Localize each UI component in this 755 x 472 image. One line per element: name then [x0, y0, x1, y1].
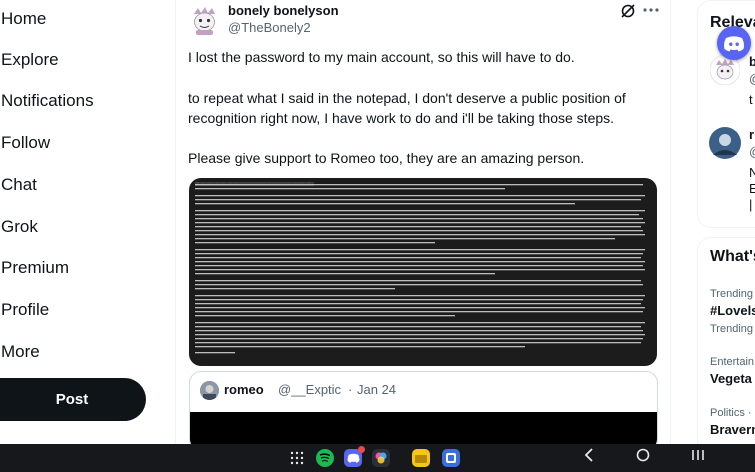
notification-badge-icon	[358, 446, 365, 453]
tweet-text-paragraph: Please give support to Romeo too, they a…	[188, 150, 585, 166]
nav-follow[interactable]: Follow	[1, 133, 50, 153]
trend-category: Entertain	[710, 356, 755, 368]
quote-separator: ·	[348, 382, 353, 397]
trend-name[interactable]: Braverm	[710, 422, 755, 437]
trend-category: Trending	[710, 288, 754, 300]
nav-home[interactable]: Home	[1, 9, 46, 29]
relevant-person-handle[interactable]: @	[749, 144, 755, 159]
right-sidebar: Relevant people b @ t r @ N E | What's h…	[697, 0, 755, 444]
nav-profile[interactable]: Profile	[1, 300, 49, 320]
relevant-person-handle[interactable]: @	[749, 71, 755, 86]
trend-category: Politics ·	[710, 407, 752, 419]
quoted-tweet-card[interactable]: romeo @__Exptic · Jan 24	[189, 371, 658, 444]
quote-handle[interactable]: @__Exptic	[278, 382, 341, 397]
discord-app-icon[interactable]	[344, 446, 365, 467]
left-nav: Home Explore Notifications Follow Chat G…	[0, 0, 175, 444]
whats-happening-heading: What's happening	[710, 248, 755, 265]
relevant-person-bio-line: E	[749, 181, 755, 196]
main-column: bonely bonelyson @TheBonely2 I lost the …	[175, 0, 671, 444]
avatar-image	[188, 4, 221, 37]
android-navigation-bar	[0, 444, 755, 472]
files-app-icon[interactable]	[412, 449, 430, 467]
display-name[interactable]: bonely bonelyson	[228, 3, 339, 18]
grok-icon[interactable]	[620, 3, 636, 19]
relevant-person-bio: t	[749, 92, 753, 107]
nav-premium[interactable]: Premium	[1, 258, 69, 278]
more-options-icon[interactable]	[642, 2, 660, 18]
nav-explore[interactable]: Explore	[1, 50, 59, 70]
user-handle[interactable]: @TheBonely2	[228, 20, 311, 35]
gallery-app-icon[interactable]	[442, 449, 460, 467]
relevant-person-bio-line: N	[749, 165, 755, 180]
discord-overlay-icon[interactable]	[717, 26, 751, 60]
quote-media[interactable]	[190, 412, 657, 444]
back-button-icon[interactable]	[584, 448, 594, 465]
post-button[interactable]: Post	[0, 378, 146, 421]
quote-avatar[interactable]	[200, 381, 219, 400]
notepad-screenshot-image[interactable]: ░░░░░░░░░░░░░░░░░░░░░░░░░░░░░░░░░░░░░░░░…	[189, 178, 657, 366]
tweet-text-paragraph: to repeat what I said in the notepad, I …	[188, 90, 626, 126]
tweet-text-paragraph: I lost the password to my main account, …	[188, 49, 575, 65]
nav-grok[interactable]: Grok	[1, 217, 38, 237]
relevant-person-bio-line: |	[749, 197, 753, 212]
nav-more[interactable]: More	[1, 342, 40, 362]
recent-apps-button-icon[interactable]	[691, 448, 705, 465]
trend-category: Trending	[710, 323, 754, 335]
nav-notifications[interactable]: Notifications	[1, 91, 94, 111]
quote-date[interactable]: Jan 24	[357, 382, 396, 397]
app-drawer-icon[interactable]	[288, 449, 306, 467]
nav-chat[interactable]: Chat	[1, 175, 37, 195]
relevant-person-avatar[interactable]	[709, 127, 741, 159]
notepad-text-lines	[195, 184, 645, 354]
quote-display-name[interactable]: romeo	[224, 382, 264, 397]
relevant-person-name[interactable]: b	[749, 54, 755, 69]
spotify-icon[interactable]	[316, 449, 334, 467]
pixiv-app-icon[interactable]	[372, 449, 390, 467]
home-button-icon[interactable]	[636, 448, 650, 465]
relevant-person-name[interactable]: r	[749, 127, 754, 142]
trend-name[interactable]: #Lovels	[710, 303, 755, 318]
avatar[interactable]	[188, 4, 221, 37]
trend-name[interactable]: Vegeta	[710, 371, 752, 386]
